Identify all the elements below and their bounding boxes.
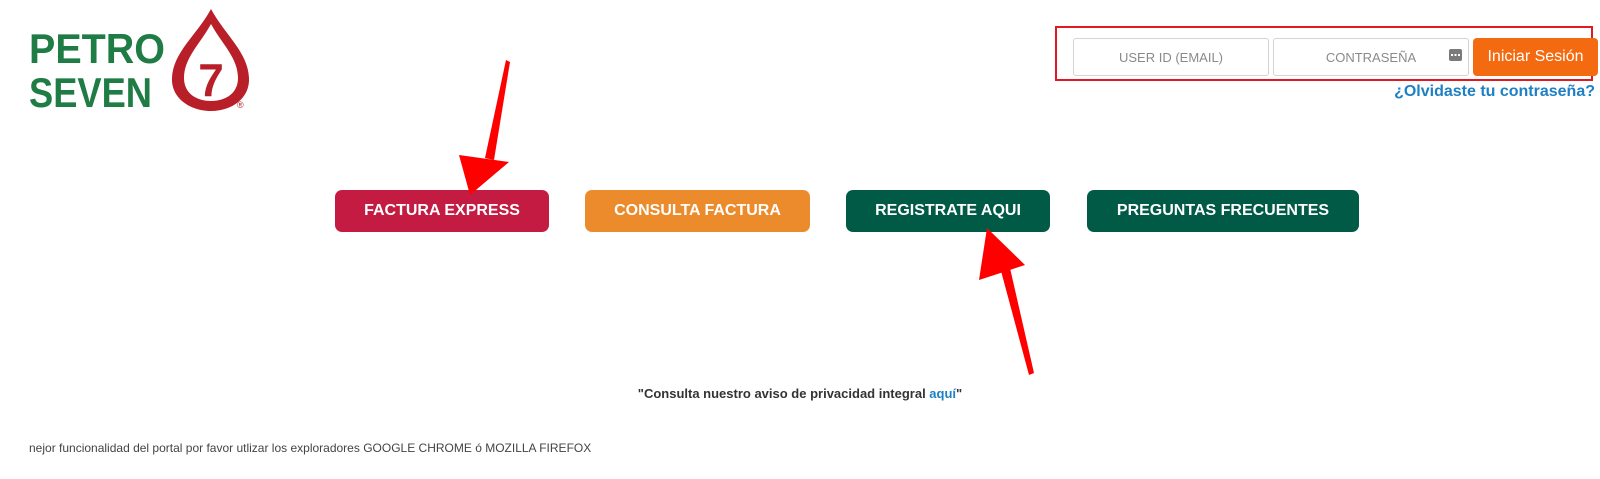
registrate-aqui-button[interactable]: REGISTRATE AQUI xyxy=(846,190,1050,232)
logo-line1: PETRO xyxy=(29,25,165,72)
password-manager-icon[interactable] xyxy=(1449,49,1462,61)
registered-mark: ® xyxy=(237,100,244,110)
login-button[interactable]: Iniciar Sesión xyxy=(1473,38,1598,76)
petro-seven-logo[interactable]: PETRO SEVEN 7 ® xyxy=(0,0,260,120)
arrow-to-factura-express-icon xyxy=(459,60,510,195)
browser-recommendation: nejor funcionalidad del portal por favor… xyxy=(29,441,592,455)
login-form: Iniciar Sesión xyxy=(1055,26,1598,81)
privacy-text-after: " xyxy=(956,386,963,401)
arrow-to-registrate-icon xyxy=(979,228,1034,375)
logo-graphic: PETRO SEVEN 7 ® xyxy=(29,9,250,116)
privacy-text-before: "Consulta nuestro aviso de privacidad in… xyxy=(637,386,930,401)
password-input[interactable] xyxy=(1273,38,1469,76)
privacy-link[interactable]: aquí xyxy=(929,386,956,401)
forgot-password-link[interactable]: ¿Olvidaste tu contraseña? xyxy=(1394,83,1595,101)
preguntas-frecuentes-button[interactable]: PREGUNTAS FRECUENTES xyxy=(1087,190,1359,232)
consulta-factura-button[interactable]: CONSULTA FACTURA xyxy=(585,190,810,232)
logo-line2: SEVEN xyxy=(29,69,152,116)
user-id-input[interactable] xyxy=(1073,38,1269,76)
drop-emblem-icon: 7 xyxy=(171,9,250,111)
page: PETRO SEVEN 7 ® Iniciar Sesión ¿Olvidast… xyxy=(0,0,1600,479)
logo-emblem-number: 7 xyxy=(198,54,224,106)
factura-express-button[interactable]: FACTURA EXPRESS xyxy=(335,190,549,232)
privacy-notice: "Consulta nuestro aviso de privacidad in… xyxy=(0,386,1600,401)
